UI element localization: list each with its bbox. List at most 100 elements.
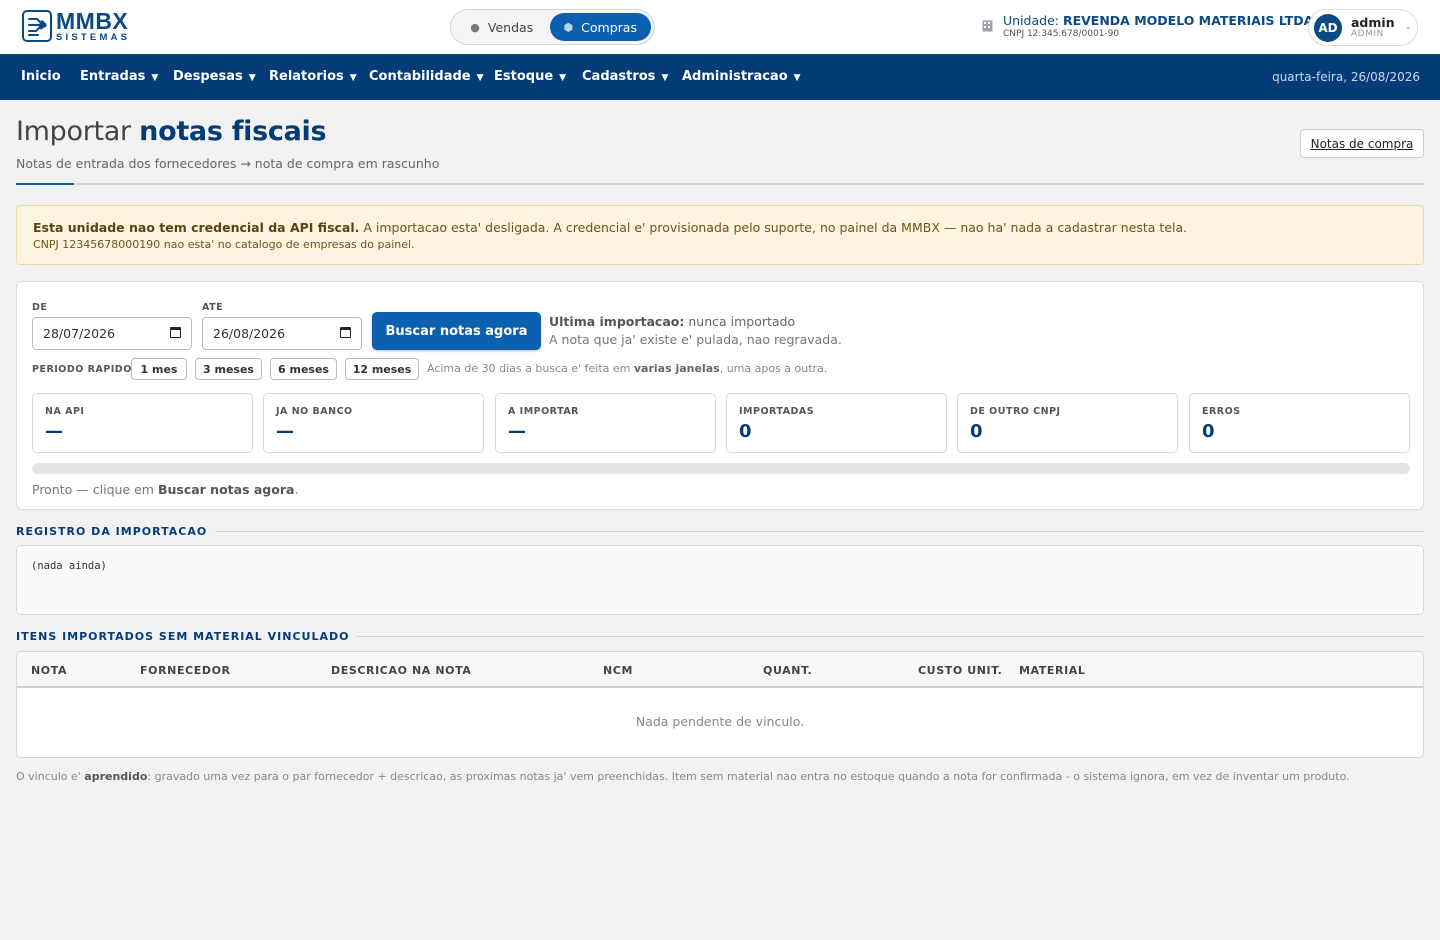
calendar-icon[interactable] xyxy=(340,327,351,338)
footnote: O vinculo e' aprendido: gravado uma vez … xyxy=(16,770,1350,783)
credential-alert: Esta unidade nao tem credencial da API f… xyxy=(16,205,1424,265)
nav-item-despesas[interactable]: Despesas ▼ xyxy=(173,54,256,100)
user-name: admin xyxy=(1351,15,1395,30)
nav-label: Cadastros xyxy=(582,69,656,84)
stat-label: A IMPORTAR xyxy=(508,406,579,417)
unit-info: Unidade: REVENDA MODELO MATERIAIS LTDA C… xyxy=(982,13,1313,40)
de-label: DE xyxy=(32,302,48,313)
unlinked-items-table: NOTA FORNECEDOR DESCRICAO NA NOTA NCM QU… xyxy=(16,651,1424,758)
de-date-value: 28/07/2026 xyxy=(43,326,116,341)
stat-a-importar: A IMPORTAR — xyxy=(495,393,716,453)
quick-1-mes-button[interactable]: 1 mes xyxy=(131,358,187,380)
stat-label: ERROS xyxy=(1202,406,1241,417)
quick-6-meses-button[interactable]: 6 meses xyxy=(270,358,337,380)
ate-label: ATE xyxy=(202,302,224,313)
brand-name: MMBX xyxy=(56,8,129,34)
log-section-divider xyxy=(16,531,1424,532)
nav-item-inicio[interactable]: Inicio xyxy=(21,54,61,100)
last-import-info: Ultima importacao: nunca importado xyxy=(549,314,795,329)
import-progress-bar xyxy=(32,463,1410,474)
status-bold: Buscar notas agora xyxy=(157,482,295,497)
stat-value: 0 xyxy=(970,421,983,442)
quick-period-label: PERIODO RAPIDO xyxy=(32,364,132,375)
buscar-notas-button[interactable]: Buscar notas agora xyxy=(372,312,541,350)
page-title-light: Importar xyxy=(16,116,131,147)
import-panel: DE 28/07/2026 ATE 26/08/2026 Buscar nota… xyxy=(16,281,1424,510)
status-post: . xyxy=(294,482,299,497)
skip-note: A nota que ja' existe e' pulada, nao reg… xyxy=(549,332,842,347)
nav-item-relatorios[interactable]: Relatorios ▼ xyxy=(269,54,357,100)
status-pre: Pronto — clique em xyxy=(32,482,154,497)
quick-12-meses-button[interactable]: 12 meses xyxy=(345,358,419,380)
stat-value: 0 xyxy=(1202,421,1215,442)
footnote-bold: aprendido xyxy=(84,770,148,783)
ate-date-input[interactable]: 26/08/2026 xyxy=(202,317,362,350)
user-role: ADMIN xyxy=(1351,29,1384,39)
header-divider-accent xyxy=(16,183,74,185)
stat-label: JA NO BANCO xyxy=(276,406,353,417)
unit-name: REVENDA MODELO MATERIAIS LTDA xyxy=(1062,13,1314,28)
page-subtitle: Notas de entrada dos fornecedores → nota… xyxy=(16,156,440,171)
header-divider xyxy=(16,183,1424,185)
unlinked-section-title: ITENS IMPORTADOS SEM MATERIAL VINCULADO xyxy=(16,630,358,643)
nav-item-contabilidade[interactable]: Contabilidade ▼ xyxy=(369,54,484,100)
stat-value: 0 xyxy=(739,421,752,442)
quick-note-post: , uma apos a outra. xyxy=(719,362,828,375)
unit-cnpj: CNPJ 12.345.678/0001-90 xyxy=(1003,29,1120,39)
stat-value: — xyxy=(508,421,526,442)
top-bar: MMBX SISTEMAS ● Vendas ⬢ Compras Unidade… xyxy=(0,0,1440,54)
last-import-value: nunca importado xyxy=(688,314,796,329)
quick-3-meses-button[interactable]: 3 meses xyxy=(195,358,262,380)
caret-down-icon: ▼ xyxy=(793,73,801,83)
brand-subtitle: SISTEMAS xyxy=(56,32,131,43)
nav-label: Entradas xyxy=(80,69,146,84)
quick-period-note: Acima de 30 dias a busca e' feita em var… xyxy=(427,362,827,375)
col-ncm: NCM xyxy=(603,664,634,677)
caret-down-icon: ▼ xyxy=(151,73,159,83)
footnote-pre: O vinculo e' xyxy=(16,770,81,783)
log-section-title: REGISTRO DA IMPORTACAO xyxy=(16,525,216,538)
nav-item-estoque[interactable]: Estoque ▼ xyxy=(494,54,566,100)
chevron-down-icon: ⌄ xyxy=(1405,22,1412,31)
building-icon xyxy=(982,20,994,32)
col-nota: NOTA xyxy=(31,664,68,677)
nav-label: Relatorios xyxy=(269,69,344,84)
current-date: quarta-feira, 26/08/2026 xyxy=(1272,70,1420,84)
alert-detail: CNPJ 12345678000190 nao esta' no catalog… xyxy=(33,238,415,251)
stat-value: — xyxy=(45,421,63,442)
stat-label: DE OUTRO CNPJ xyxy=(970,406,1061,417)
stat-de-outro-cnpj: DE OUTRO CNPJ 0 xyxy=(957,393,1178,453)
calendar-icon[interactable] xyxy=(170,327,181,338)
user-menu[interactable]: AD admin ADMIN ⌄ xyxy=(1308,9,1418,46)
col-fornecedor: FORNECEDOR xyxy=(140,664,231,677)
circuit-logo-icon xyxy=(22,10,52,43)
nav-item-cadastros[interactable]: Cadastros ▼ xyxy=(582,54,668,100)
nav-label: Administracao xyxy=(682,69,788,84)
brand-logo[interactable]: MMBX SISTEMAS xyxy=(22,10,130,43)
mode-vendas-button[interactable]: ● Vendas xyxy=(454,13,550,41)
import-log: (nada ainda) xyxy=(16,545,1424,615)
page-title: Importar notas fiscais xyxy=(16,116,327,147)
mode-compras-button[interactable]: ⬢ Compras xyxy=(549,13,651,41)
de-date-input[interactable]: 28/07/2026 xyxy=(32,317,192,350)
nav-item-administracao[interactable]: Administracao ▼ xyxy=(682,54,801,100)
caret-down-icon: ▼ xyxy=(476,73,484,83)
caret-down-icon: ▼ xyxy=(661,73,669,83)
mode-switch: ● Vendas ⬢ Compras xyxy=(450,9,655,45)
caret-down-icon: ▼ xyxy=(559,73,567,83)
caret-down-icon: ▼ xyxy=(349,73,357,83)
nav-item-entradas[interactable]: Entradas ▼ xyxy=(80,54,158,100)
avatar: AD xyxy=(1314,14,1342,42)
nav-label: Despesas xyxy=(173,69,243,84)
table-empty-message: Nada pendente de vinculo. xyxy=(635,714,805,729)
last-import-label: Ultima importacao: xyxy=(549,314,685,329)
ate-date-value: 26/08/2026 xyxy=(213,326,286,341)
bag-icon: ● xyxy=(470,20,480,34)
page-title-bold: notas fiscais xyxy=(139,116,327,147)
mode-compras-label: Compras xyxy=(581,19,637,35)
quick-note-bold: varias janelas xyxy=(633,362,720,375)
stat-ja-no-banco: JA NO BANCO — xyxy=(263,393,484,453)
nav-label: Inicio xyxy=(21,69,61,84)
col-material: MATERIAL xyxy=(1019,664,1086,677)
notas-de-compra-button[interactable]: Notas de compra xyxy=(1300,129,1424,158)
